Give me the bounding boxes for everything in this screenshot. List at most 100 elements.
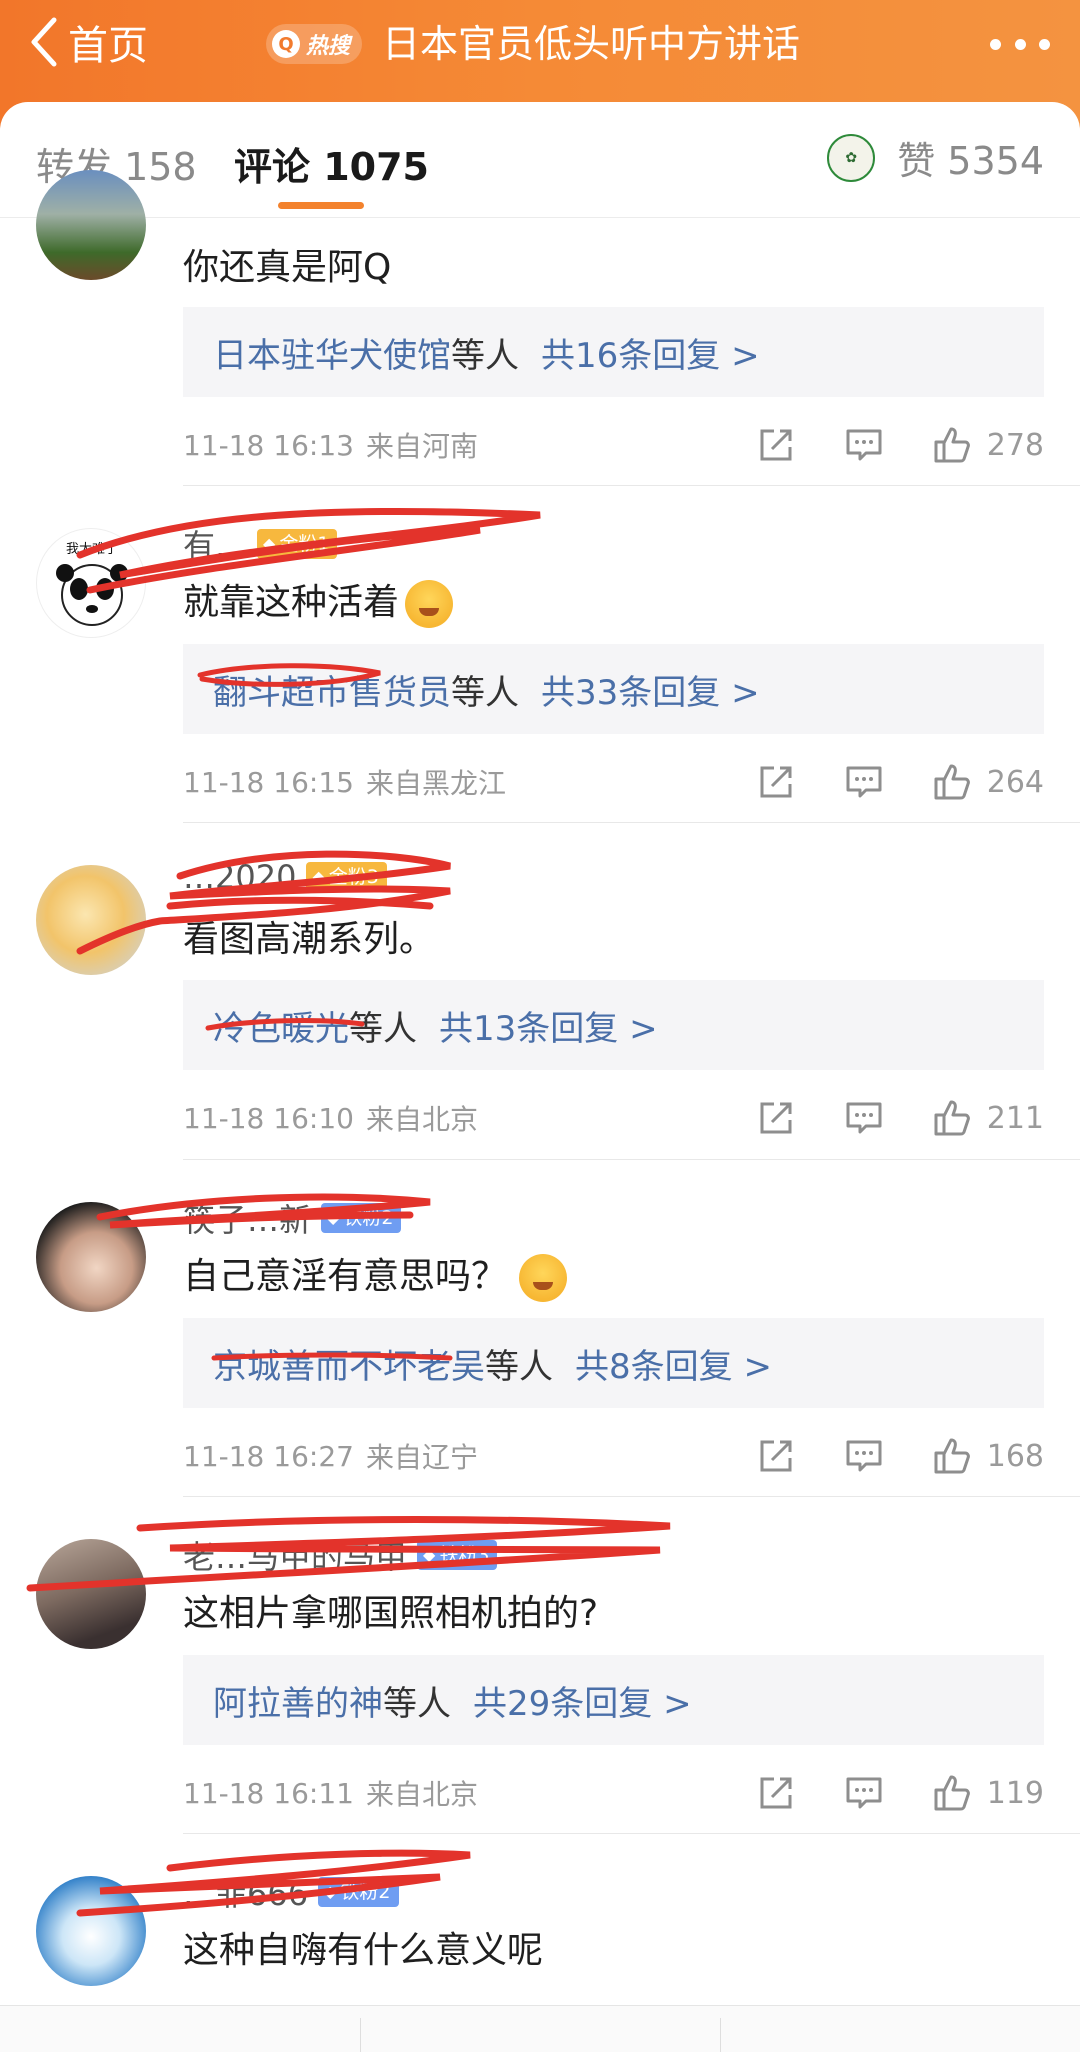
avatar[interactable] (36, 170, 146, 280)
username[interactable]: 有… ◆ 金粉1 (183, 521, 338, 567)
comment-meta: 11-18 16:15 来自黑龙江 264 (183, 759, 1044, 805)
reply-summary[interactable]: 阿拉善的神 等人 共29条回复 > (183, 1655, 1044, 1745)
avatar[interactable] (36, 1876, 146, 1986)
comment-location: 来自黑龙江 (365, 767, 506, 800)
like-button[interactable] (929, 1433, 975, 1479)
dot-icon (1039, 38, 1050, 50)
reply-summary[interactable]: 冷色暖光 等人 共13条回复 > (183, 980, 1044, 1070)
comment-actions: 211 (753, 1095, 1044, 1141)
reply-button[interactable] (841, 1433, 887, 1479)
fan-badge: ◆ 铁粉3 (417, 1540, 498, 1570)
thumbs-up-icon (934, 1100, 970, 1136)
comment-text: 看图高潮系列。 (183, 919, 436, 960)
reply-count-link[interactable]: 共13条回复 > (439, 1001, 658, 1050)
reply-user-link[interactable]: 翻斗超市售货员 (213, 665, 451, 714)
reply-etc-label: 等人 (451, 335, 519, 376)
hot-search-badge[interactable]: Q 热搜 (266, 24, 362, 64)
comment-icon (846, 766, 882, 798)
username-text: 老…马甲的马甲 (183, 1538, 408, 1576)
more-options-button[interactable] (990, 22, 1050, 66)
comment-location: 来自辽宁 (365, 1441, 478, 1474)
reply-button[interactable] (841, 1770, 887, 1816)
avatar[interactable] (36, 865, 146, 975)
reply-button[interactable] (841, 1095, 887, 1141)
username[interactable]: …2020 ◆ 金粉3 (183, 858, 387, 896)
share-icon (760, 1777, 792, 1809)
comment-meta: 11-18 16:10 来自北京 211 (183, 1095, 1044, 1141)
dot-icon (1014, 38, 1026, 50)
username-text: …菲666 (183, 1875, 309, 1913)
svg-text:我太难了: 我太难了 (66, 542, 118, 557)
reply-user-link[interactable]: 京城善而不坏老吴 (213, 1339, 485, 1388)
comment-text-body: 自己意淫有意思吗？ (183, 1256, 508, 1297)
thumbs-up-icon (934, 427, 970, 463)
share-icon (760, 429, 792, 461)
likes-tab-label: 赞 5354 (897, 139, 1044, 183)
fan-badge: ◆ 金粉3 (306, 862, 387, 892)
divider (183, 1496, 1080, 1497)
username-text: …2020 (183, 858, 297, 896)
comment-meta: 11-18 16:13 来自河南 278 (183, 422, 1044, 468)
comment-text: 就靠这种活着 (183, 573, 454, 628)
share-button[interactable] (753, 422, 799, 468)
reply-count-link[interactable]: 共29条回复 > (473, 1676, 692, 1725)
liker-avatar: ✿ (827, 133, 876, 182)
gem-icon: ◆ (312, 867, 325, 886)
bottom-toolbar (0, 2005, 1080, 2052)
reply-etc-label: 等人 (485, 1346, 553, 1387)
username-text: 有… (183, 527, 248, 565)
share-button[interactable] (753, 1095, 799, 1141)
toolbar-separator (720, 2018, 721, 2052)
divider (183, 1159, 1080, 1160)
avatar[interactable] (36, 1539, 146, 1649)
share-icon (760, 1440, 792, 1472)
reply-count-link[interactable]: 共33条回复 > (541, 665, 760, 714)
comment-time: 11-18 16:11 (183, 1776, 354, 1810)
reply-etc-label: 等人 (383, 1683, 451, 1724)
comment-icon (846, 1102, 882, 1134)
username-text: 筷子…新 (183, 1201, 312, 1239)
divider (183, 822, 1080, 823)
thumbs-up-icon (934, 764, 970, 800)
reply-count-link[interactable]: 共16条回复 > (541, 328, 760, 377)
like-button[interactable] (929, 759, 975, 805)
share-button[interactable] (753, 1433, 799, 1479)
reply-user-link[interactable]: 日本驻华犬使馆 (213, 328, 451, 377)
username[interactable]: 老…马甲的马甲 ◆ 铁粉3 (183, 1532, 498, 1578)
like-count: 211 (986, 1100, 1044, 1136)
comment-meta: 11-18 16:27 来自辽宁 168 (183, 1433, 1044, 1479)
comment-time: 11-18 16:10 (183, 1101, 354, 1135)
thumbs-up-icon (934, 1438, 970, 1474)
share-button[interactable] (753, 759, 799, 805)
username[interactable]: …菲666 ◆ 铁粉2 (183, 1869, 399, 1915)
avatar[interactable] (36, 1202, 146, 1312)
reply-summary[interactable]: 日本驻华犬使馆 等人 共16条回复 > (183, 307, 1044, 397)
reply-user-link[interactable]: 阿拉善的神 (213, 1676, 383, 1725)
huffing-emoji-icon (519, 1254, 568, 1302)
like-button[interactable] (929, 422, 975, 468)
fan-badge-label: 铁粉2 (343, 1207, 394, 1229)
share-button[interactable] (753, 1770, 799, 1816)
like-button[interactable] (929, 1770, 975, 1816)
tab-comments[interactable]: 评论 1075 (234, 136, 429, 191)
tab-bar: 转发 158 评论 1075 ✿ 赞 5354 (0, 102, 1080, 218)
reply-count-link[interactable]: 共8条回复 > (575, 1339, 772, 1388)
fan-badge: ◆ 铁粉2 (318, 1877, 399, 1907)
reply-summary[interactable]: 京城善而不坏老吴 等人 共8条回复 > (183, 1318, 1044, 1408)
avatar[interactable]: 我太难了 (36, 528, 146, 638)
back-button[interactable]: 首页 (28, 12, 148, 72)
reply-summary[interactable]: 翻斗超市售货员 等人 共33条回复 > (183, 644, 1044, 734)
username[interactable]: 筷子…新 ◆ 铁粉2 (183, 1195, 402, 1241)
tab-likes[interactable]: ✿ 赞 5354 (827, 130, 1044, 185)
comment-meta: 11-18 16:11 来自北京 119 (183, 1770, 1044, 1816)
like-count: 278 (986, 427, 1044, 463)
comment-text: 你还真是阿Q (183, 247, 392, 288)
reply-button[interactable] (841, 759, 887, 805)
like-button[interactable] (929, 1095, 975, 1141)
reply-button[interactable] (841, 422, 887, 468)
reply-user-link[interactable]: 冷色暖光 (213, 1001, 349, 1050)
comment-location: 来自北京 (365, 1103, 478, 1136)
share-icon (760, 766, 792, 798)
reply-etc-label: 等人 (451, 672, 519, 713)
fan-badge-label: 金粉1 (279, 533, 330, 555)
